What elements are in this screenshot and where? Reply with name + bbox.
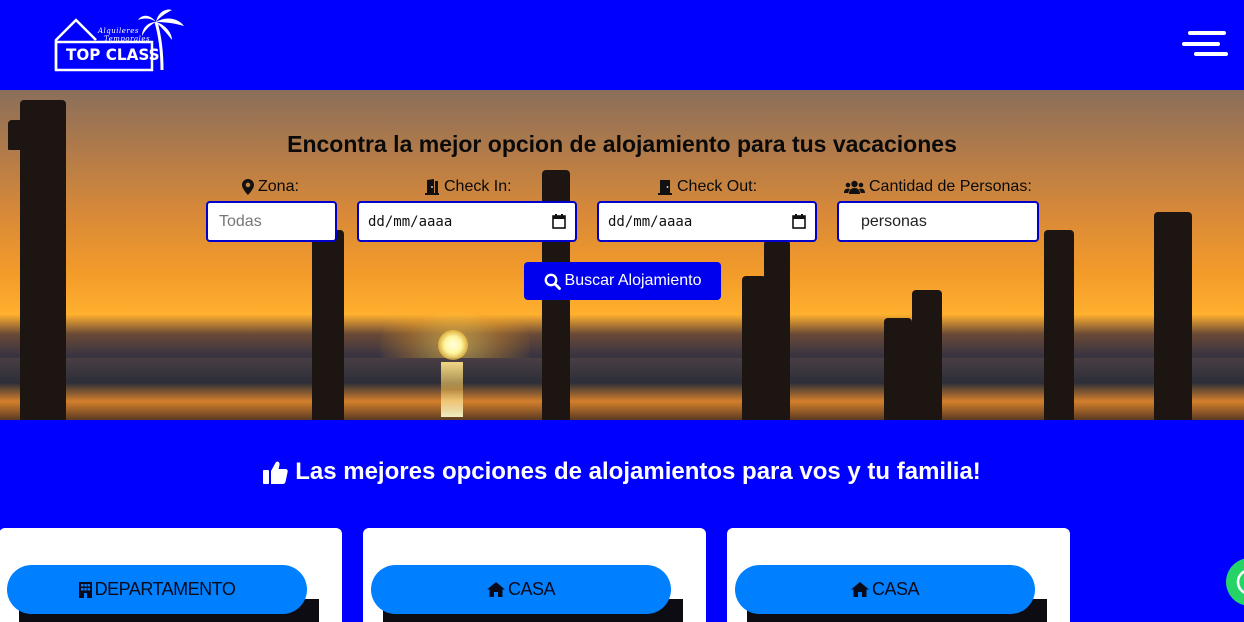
checkout-date-input[interactable]: dd/mm/aaaa (597, 201, 817, 242)
logo-subtitle-2: Temporales (104, 35, 151, 43)
personas-label: Cantidad de Personas: (844, 178, 1032, 196)
home-icon (850, 582, 869, 597)
section-title: Las mejores opciones de alojamientos par… (0, 458, 1244, 486)
map-marker-icon (242, 179, 254, 195)
search-icon (544, 273, 561, 290)
search-title: Encontra la mejor opcion de alojamiento … (287, 131, 957, 157)
property-card[interactable]: CASA (727, 528, 1070, 622)
checkin-date-input[interactable]: dd/mm/aaaa (357, 201, 577, 242)
property-type-button[interactable]: DEPARTAMENTO (7, 565, 307, 614)
calendar-icon[interactable] (792, 214, 806, 229)
post (1154, 212, 1192, 420)
calendar-icon[interactable] (552, 214, 566, 229)
post (1044, 230, 1074, 420)
door-closed-icon (658, 180, 672, 195)
zona-label: Zona: (242, 178, 299, 196)
home-icon (486, 582, 505, 597)
menu-icon[interactable] (1182, 28, 1230, 58)
thumbs-up-icon (263, 461, 288, 484)
property-type-button[interactable]: CASA (371, 565, 671, 614)
checkout-label: Check Out: (657, 178, 757, 196)
property-card[interactable]: CASA (363, 528, 706, 622)
building-icon (78, 581, 92, 598)
checkin-label: Check In: (424, 178, 512, 196)
users-icon (844, 180, 865, 194)
logo-brand: TOP CLASS (66, 45, 160, 64)
post (742, 276, 766, 420)
whatsapp-icon[interactable] (1226, 558, 1244, 606)
door-open-icon (425, 179, 439, 195)
property-card[interactable]: DEPARTAMENTO (0, 528, 342, 622)
search-button[interactable]: Buscar Alojamiento (524, 262, 721, 300)
sun (438, 330, 468, 360)
logo[interactable]: Alquileres Temporales TOP CLASS (54, 6, 189, 74)
post (912, 290, 942, 420)
post (884, 318, 912, 420)
zona-input[interactable]: Todas (206, 201, 337, 242)
property-type-button[interactable]: CASA (735, 565, 1035, 614)
site-header: Alquileres Temporales TOP CLASS (0, 0, 1244, 90)
personas-input[interactable]: personas (837, 201, 1039, 242)
post (764, 240, 790, 420)
logo-subtitle-1: Alquileres (98, 27, 139, 35)
post (312, 230, 344, 420)
